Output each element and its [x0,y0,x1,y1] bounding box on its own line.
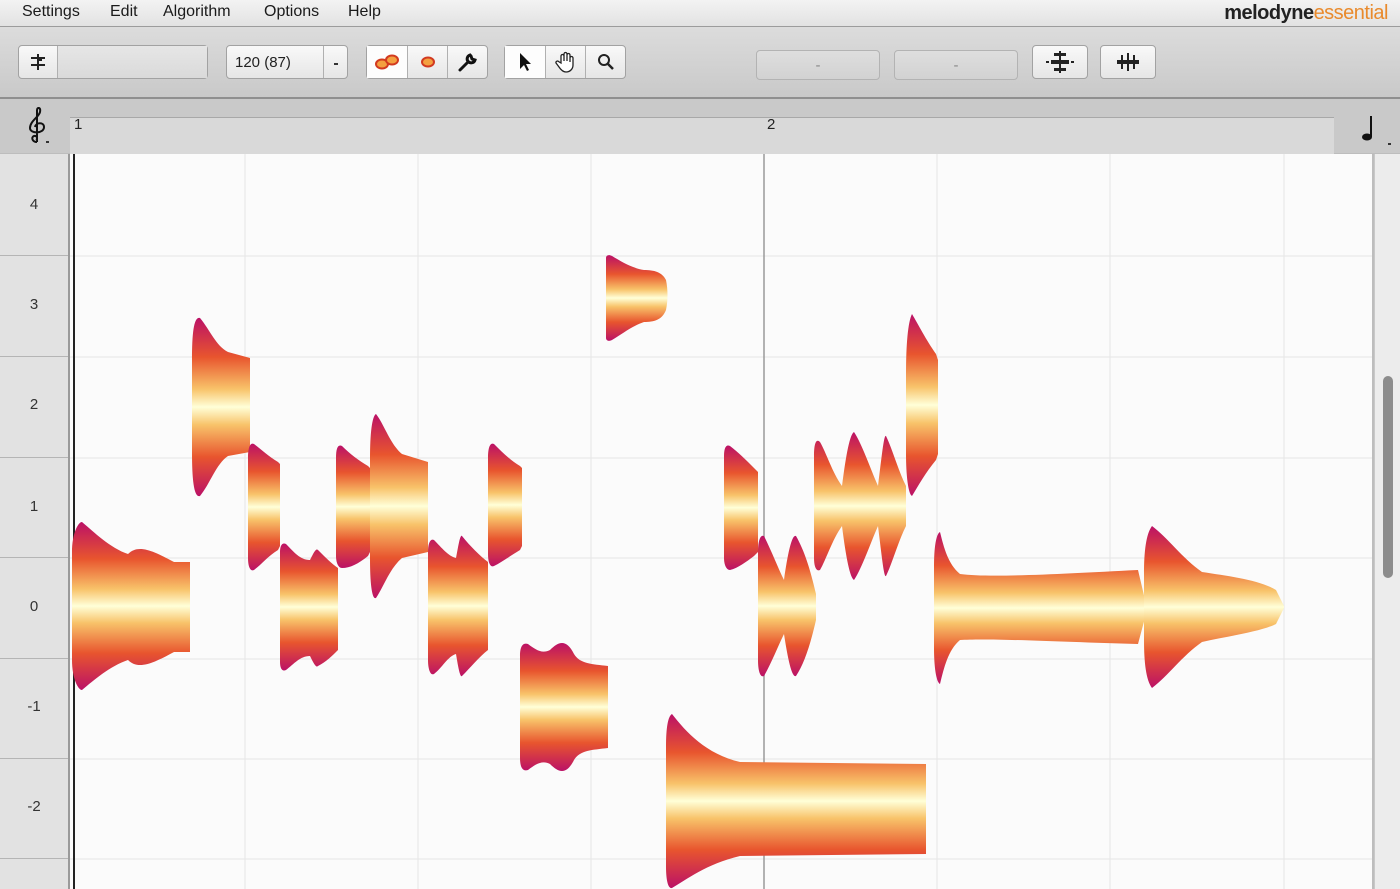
bar-number-2: 2 [767,116,776,133]
note-blob[interactable] [1144,526,1284,688]
tempo-dropdown-icon [333,63,338,65]
menu-bar: Settings Edit Algorithm Options Help mel… [0,0,1400,27]
ruler-strip [70,117,1334,154]
quantize-pitch-icon [1046,51,1074,73]
note-blob[interactable] [666,714,926,889]
pitch-tool-button[interactable] [407,46,447,78]
pitch-row-2: 2 [0,357,68,458]
hand-icon [554,51,574,73]
note-blobs [72,255,1284,889]
pitch-row-minus-1: -1 [0,659,68,759]
wrench-icon [458,53,477,72]
note-blob[interactable] [520,643,608,771]
pointer-tool-button[interactable] [505,46,545,78]
bar-number-1: 1 [74,116,83,133]
pitch-label: 2 [29,396,39,413]
note-canvas[interactable] [70,154,1372,889]
note-blob[interactable] [280,543,338,671]
note-blob[interactable] [72,522,190,690]
snap-button[interactable] [19,46,57,78]
quantize-pitch-button[interactable] [1032,45,1088,79]
pitch-label: -2 [27,798,41,815]
toolbar: 120 (87) - - [0,27,1400,99]
pitch-label: -1 [27,698,41,715]
menu-algorithm[interactable]: Algorithm [163,3,231,21]
note-blob[interactable] [336,445,370,569]
note-blob[interactable] [488,443,522,567]
note-blob[interactable] [724,445,758,570]
navigation-tools [504,45,626,79]
brand-logo: melodyneessential [1224,2,1388,25]
menu-edit[interactable]: Edit [110,3,138,21]
note-blob[interactable] [370,414,428,599]
quantize-time-button[interactable] [1100,45,1156,79]
note-blob[interactable] [606,255,668,341]
timeline-ruler[interactable] [0,99,1400,154]
zoom-tool-button[interactable] [585,46,625,78]
snap-field[interactable] [57,46,207,78]
pitch-label: 0 [29,598,39,615]
pitch-row-4: 4 [0,154,68,256]
pitch-row-3: 3 [0,256,68,357]
clef-icon[interactable] [24,106,50,146]
tempo-control: 120 (87) [226,45,348,79]
snap-control [18,45,208,79]
pitch-tool-icon [420,56,435,68]
zoom-icon [597,54,614,70]
note-blob[interactable] [934,532,1146,684]
scrollbar-thumb[interactable] [1383,376,1393,578]
note-editor[interactable] [70,154,1372,889]
quantize-time-icon [1117,53,1139,71]
note-info-left[interactable]: - [756,50,880,80]
pitch-label: 4 [29,196,39,213]
note-blob[interactable] [428,535,488,677]
pitch-row-1: 1 [0,458,68,558]
note-blob[interactable] [248,443,280,571]
main-tool-icon [375,54,399,70]
brand-name: melodyne [1224,2,1314,24]
pitch-label: 1 [29,498,39,515]
tempo-field[interactable]: 120 (87) [227,46,323,78]
note-blob[interactable] [192,317,250,497]
menu-settings[interactable]: Settings [22,3,80,21]
menu-options[interactable]: Options [264,3,319,21]
note-value-icon[interactable] [1358,112,1394,148]
note-blob[interactable] [906,314,938,496]
tempo-dropdown[interactable] [323,46,347,78]
pitch-ruler[interactable]: 4 3 2 1 0 -1 -2 [0,154,70,889]
vertical-scrollbar[interactable] [1374,154,1400,889]
tool-options-button[interactable] [447,46,487,78]
pointer-icon [520,53,531,71]
menu-help[interactable]: Help [348,3,381,21]
note-blob[interactable] [758,535,816,677]
hand-tool-button[interactable] [545,46,585,78]
note-info-right[interactable]: - [894,50,1018,80]
pitch-row-minus-3 [0,859,68,889]
brand-edition: essential [1313,2,1389,24]
pitch-row-minus-2: -2 [0,759,68,859]
pitch-row-0: 0 [0,558,68,659]
snap-icon [31,54,45,70]
main-tool-button[interactable] [367,46,407,78]
edit-tools [366,45,488,79]
pitch-label: 3 [29,296,39,313]
